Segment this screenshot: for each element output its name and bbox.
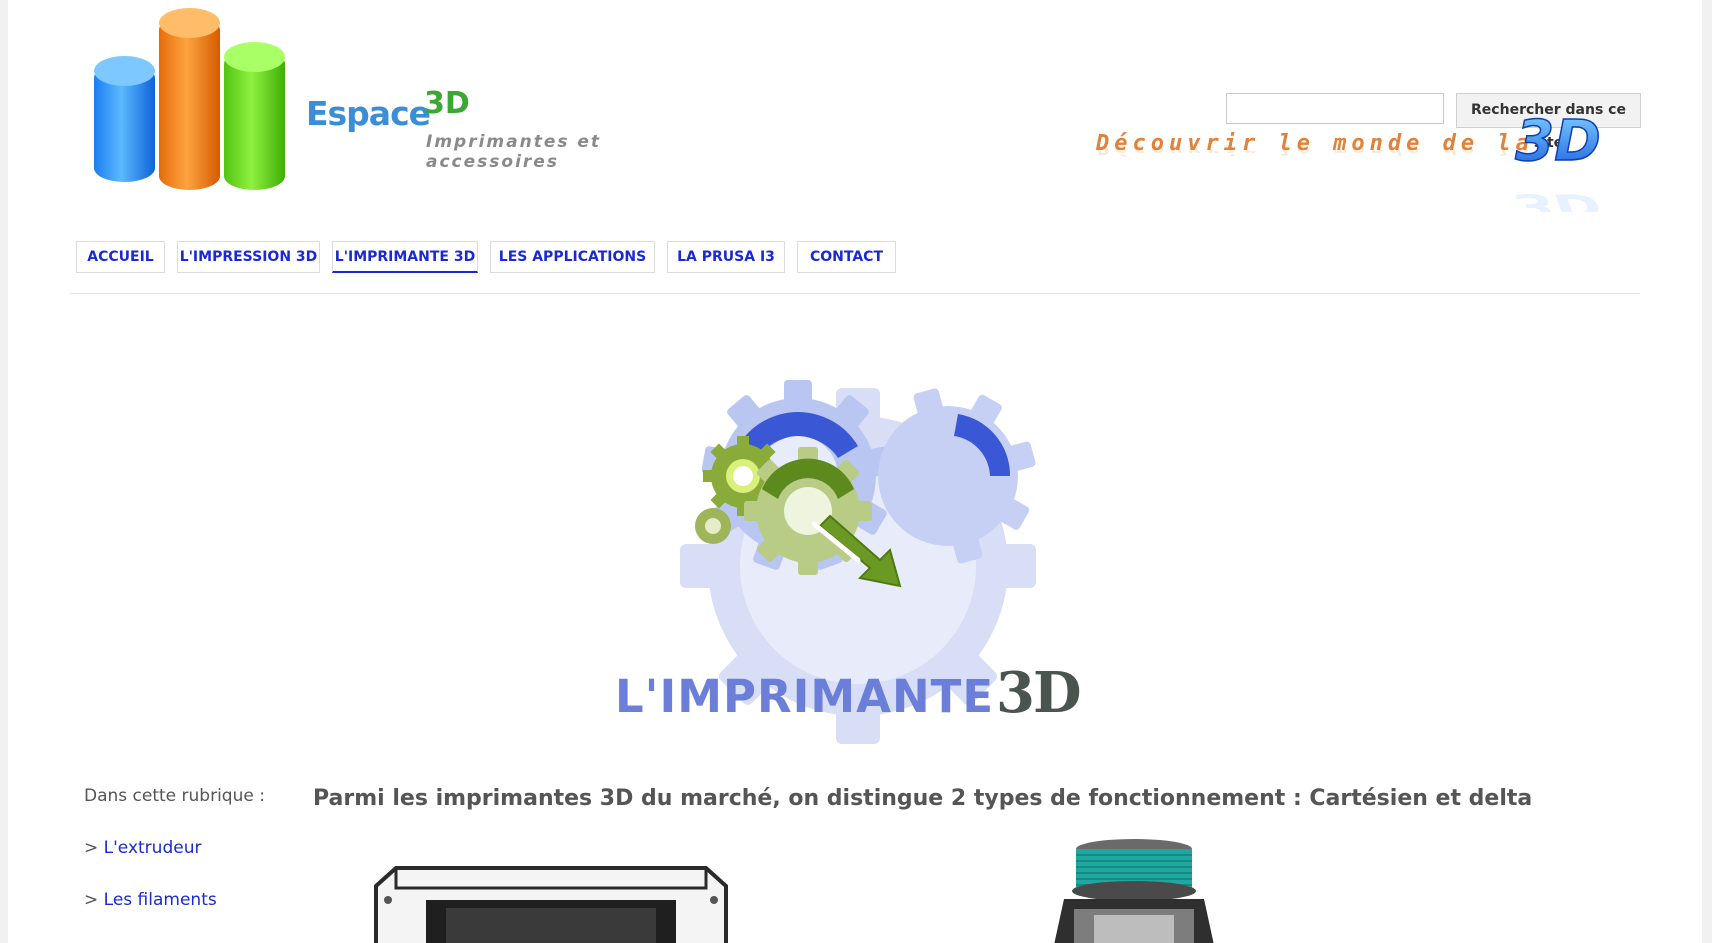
sidebar-link-extrudeur[interactable]: > L'extrudeur — [84, 838, 201, 858]
sidebar-link-label[interactable]: L'extrudeur — [104, 838, 202, 858]
cartesian-printer-image — [374, 866, 728, 943]
delta-printer-image — [1054, 839, 1214, 943]
page: Espace 3D Imprimantes et accessoires Rec… — [8, 0, 1702, 943]
hero-title: L'IMPRIMANTE — [615, 670, 995, 723]
hero-title-3d: 3D — [996, 660, 1082, 726]
nav-accueil[interactable]: ACCUEIL — [76, 241, 165, 273]
brand-3d: 3D — [424, 86, 470, 121]
content-lead: Parmi les imprimantes 3D du marché, on d… — [313, 786, 1533, 811]
brand-name: Espace — [306, 94, 431, 133]
sidebar-link-prefix: > — [84, 890, 99, 910]
logo-orange-cylinder — [159, 8, 220, 190]
brand-tagline: Imprimantes et accessoires — [426, 132, 602, 172]
site-logo[interactable]: Espace 3D Imprimantes et accessoires — [86, 8, 736, 198]
svg-text:3D: 3D — [1515, 109, 1600, 174]
nav-applications[interactable]: LES APPLICATIONS — [490, 241, 655, 273]
sidebar-link-label[interactable]: Les filaments — [104, 890, 217, 910]
sidebar-title: Dans cette rubrique : — [84, 786, 265, 806]
sidebar-link-filaments[interactable]: > Les filaments — [84, 890, 217, 910]
nav-imprimante-3d[interactable]: L'IMPRIMANTE 3D — [332, 241, 478, 273]
banner-3d-logo-icon: 3D 3D — [1515, 108, 1602, 212]
logo-green-cylinder — [224, 42, 285, 190]
nav-prusa-i3[interactable]: LA PRUSA I3 — [667, 241, 785, 273]
logo-blue-cylinder — [94, 56, 155, 182]
svg-text:3D: 3D — [1515, 187, 1600, 212]
sidebar-link-prefix: > — [84, 838, 99, 858]
nav-impression-3d[interactable]: L'IMPRESSION 3D — [177, 241, 320, 273]
nav-contact[interactable]: CONTACT — [797, 241, 896, 273]
banner-text: Découvrir le monde de la — [1096, 131, 1534, 156]
nav-divider — [70, 293, 1640, 294]
search-input[interactable] — [1226, 93, 1444, 124]
